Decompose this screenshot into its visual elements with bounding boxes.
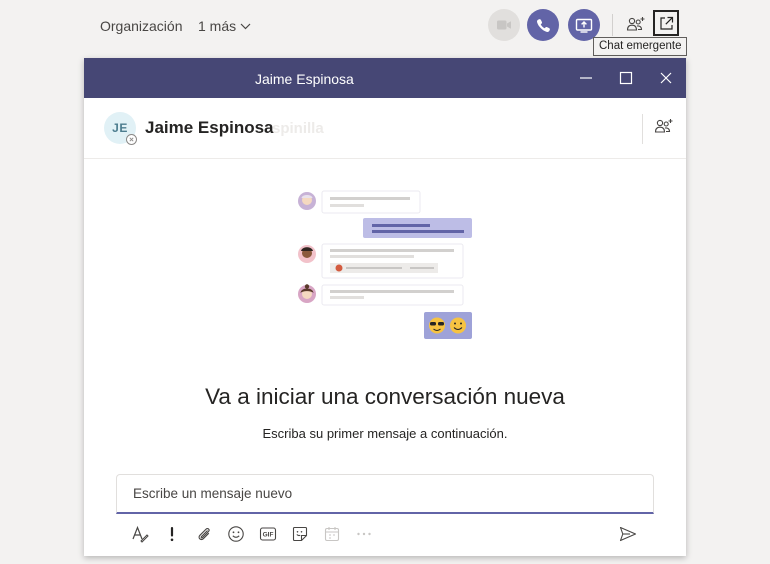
sunglasses-emoji-icon	[429, 317, 445, 334]
format-icon	[132, 525, 149, 543]
maximize-button[interactable]	[614, 66, 638, 90]
popout-chat-button[interactable]	[653, 10, 679, 36]
minimize-icon	[580, 77, 592, 79]
avatar-bubble-1	[298, 192, 316, 210]
maximize-icon	[619, 71, 633, 85]
popout-icon	[659, 16, 673, 30]
add-people-icon	[626, 17, 645, 31]
schedule-meeting-icon	[324, 527, 340, 542]
top-header: Organización 1 más Chat emergente	[0, 0, 770, 56]
important-button[interactable]	[160, 522, 184, 546]
contact-name[interactable]: Jaime Espinosa	[145, 118, 274, 138]
screen-share-icon	[575, 18, 593, 33]
paperclip-icon	[198, 527, 210, 541]
close-button[interactable]	[654, 66, 678, 90]
send-icon	[619, 526, 637, 542]
schedule-meeting-button[interactable]	[320, 522, 344, 546]
send-button[interactable]	[616, 522, 640, 546]
emoji-button[interactable]	[224, 522, 248, 546]
minimize-button[interactable]	[574, 66, 598, 90]
avatar-bubble-3	[298, 284, 316, 303]
format-button[interactable]	[128, 522, 152, 546]
close-icon	[660, 72, 672, 84]
video-call-button[interactable]	[488, 9, 520, 41]
avatar-bubble-2	[298, 245, 316, 263]
chat-add-people-button[interactable]	[654, 118, 676, 138]
popout-tooltip: Chat emergente	[593, 37, 688, 56]
empty-state-headline: Va a iniciar una conversación nueva	[205, 384, 565, 409]
attach-button[interactable]	[192, 522, 216, 546]
exclamation-icon	[170, 527, 174, 542]
chat-header: JE Jaime Espinosa spinilla	[84, 98, 686, 159]
emoji-icon	[228, 526, 244, 542]
chevron-down-icon	[240, 23, 251, 29]
window-titlebar[interactable]: Jaime Espinosa	[84, 58, 686, 98]
more-orgs-label: 1 más	[198, 18, 237, 34]
gif-label: GIF	[263, 532, 274, 539]
chat-header-separator	[642, 114, 643, 144]
new-conversation-illustration	[298, 190, 472, 339]
window-title: Jaime Espinosa	[255, 71, 354, 87]
more-options-icon	[357, 532, 371, 536]
add-people-button[interactable]	[624, 12, 648, 36]
message-input[interactable]	[117, 475, 653, 512]
gif-icon: GIF	[259, 527, 277, 541]
video-camera-icon	[497, 20, 511, 30]
empty-state-subline: Escriba su primer mensaje a continuación…	[262, 426, 508, 441]
compose-box[interactable]	[116, 474, 654, 514]
organization-tab[interactable]: Organización	[100, 18, 183, 34]
more-options-button[interactable]	[352, 522, 376, 546]
sticker-icon	[292, 526, 308, 542]
contact-name-ghost: spinilla	[272, 120, 324, 137]
audio-call-button[interactable]	[527, 9, 559, 41]
smile-emoji-icon	[450, 317, 466, 334]
phone-icon	[536, 18, 550, 32]
presence-status-icon	[126, 134, 137, 145]
gif-button[interactable]: GIF	[256, 522, 280, 546]
header-separator	[612, 14, 613, 36]
chat-popup-window: Jaime Espinosa JE Jaime Espinosa spinill…	[84, 58, 686, 556]
add-people-icon	[654, 119, 673, 133]
more-orgs-dropdown[interactable]: 1 más	[198, 18, 251, 34]
sticker-button[interactable]	[288, 522, 312, 546]
